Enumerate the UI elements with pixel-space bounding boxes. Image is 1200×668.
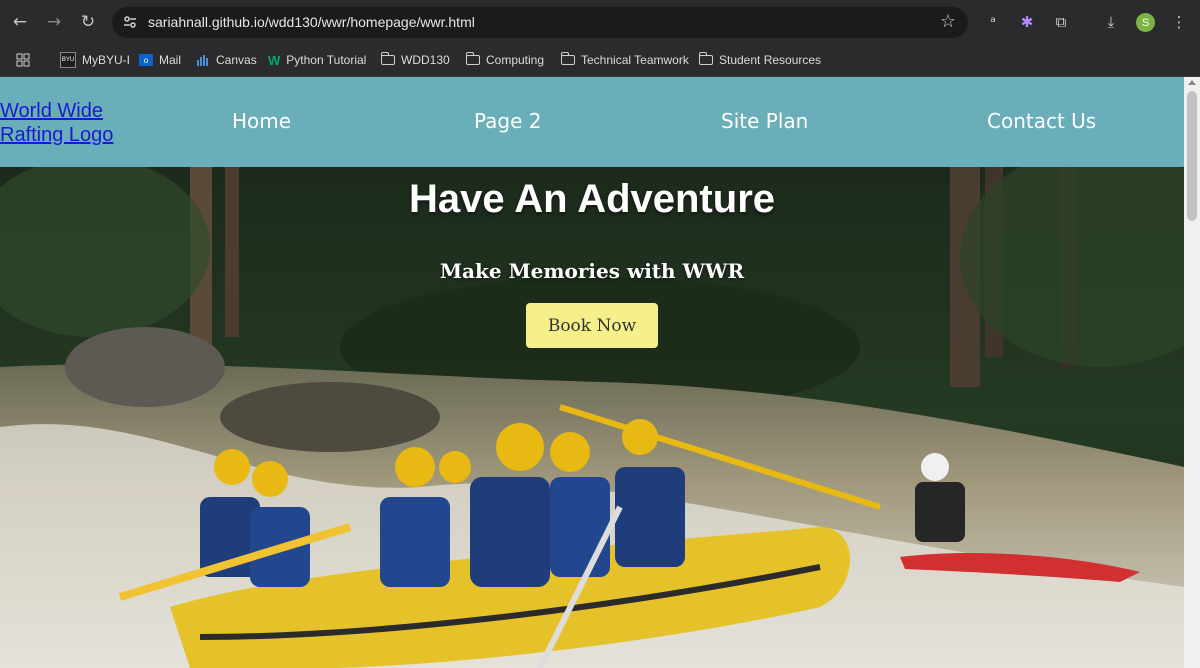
bookmarks-bar: BYU MyBYU-I o Mail Canvas W Python Tutor… — [0, 44, 1200, 77]
back-icon[interactable]: ← — [9, 11, 31, 33]
byu-icon: BYU — [60, 52, 76, 68]
bookmark-label: Canvas — [216, 53, 257, 67]
nav-site-plan[interactable]: Site Plan — [721, 109, 808, 133]
w3schools-icon: W — [268, 52, 281, 68]
address-bar[interactable]: sariahnall.github.io/wdd130/wwr/homepage… — [112, 7, 968, 38]
menu-kebab-icon[interactable]: ⋮ — [1168, 11, 1190, 33]
bookmark-python-tutorial[interactable]: W Python Tutorial — [268, 50, 366, 70]
rafting-hero-image — [0, 167, 1184, 668]
url-text: sariahnall.github.io/wdd130/wwr/homepage… — [148, 14, 475, 30]
scrollbar-thumb[interactable] — [1187, 91, 1197, 221]
bookmark-label: MyBYU-I — [82, 53, 130, 67]
bookmark-star-icon[interactable]: ☆ — [940, 11, 956, 32]
bookmark-label: Computing — [486, 53, 545, 67]
folder-icon — [380, 52, 395, 65]
canvas-icon — [197, 55, 208, 66]
nav-page-2[interactable]: Page 2 — [474, 109, 542, 133]
web-page: World Wide Rafting Logo Home Page 2 Site… — [0, 77, 1184, 668]
scroll-up-arrow-icon[interactable] — [1188, 80, 1196, 85]
bookmark-label: WDD130 — [401, 53, 450, 67]
bookmark-wdd130[interactable]: WDD130 — [380, 50, 450, 70]
folder-icon — [560, 52, 575, 65]
translate-icon[interactable]: ᵃ — [982, 11, 1004, 33]
bookmark-label: Technical Teamwork — [581, 53, 689, 67]
outlook-icon: o — [139, 54, 153, 66]
folder-icon — [465, 52, 480, 65]
site-header: World Wide Rafting Logo Home Page 2 Site… — [0, 77, 1184, 167]
extensions-puzzle-icon[interactable]: ⧉ — [1050, 11, 1072, 33]
site-info-icon[interactable] — [122, 14, 138, 30]
download-icon[interactable]: ⤓ — [1100, 11, 1122, 33]
folder-icon — [698, 52, 713, 65]
bookmark-mybyui[interactable]: BYU MyBYU-I — [60, 50, 130, 70]
browser-toolbar: ← → ↻ sariahnall.github.io/wdd130/wwr/ho… — [0, 0, 1200, 44]
page-scrollbar[interactable] — [1184, 77, 1200, 668]
profile-avatar[interactable]: S — [1136, 13, 1155, 32]
hero-section: Have An Adventure Make Memories with WWR… — [0, 167, 1184, 668]
apps-grid-icon[interactable] — [16, 50, 30, 70]
extension-gear-icon[interactable]: ✱ — [1016, 11, 1038, 33]
book-now-button[interactable]: Book Now — [526, 303, 658, 348]
site-logo-link[interactable]: World Wide Rafting Logo — [0, 99, 135, 147]
nav-home[interactable]: Home — [232, 109, 291, 133]
bookmark-mail[interactable]: o Mail — [139, 50, 181, 70]
bookmark-label: Python Tutorial — [286, 53, 367, 67]
hero-subtitle: Make Memories with WWR — [439, 259, 745, 283]
bookmark-label: Student Resources — [719, 53, 822, 67]
bookmark-technical-teamwork[interactable]: Technical Teamwork — [560, 50, 689, 70]
forward-icon[interactable]: → — [43, 11, 65, 33]
nav-contact-us[interactable]: Contact Us — [987, 109, 1096, 133]
bookmark-canvas[interactable]: Canvas — [196, 50, 257, 70]
hero-title: Have An Adventure — [408, 177, 775, 221]
bookmark-computing[interactable]: Computing — [465, 50, 545, 70]
bookmark-student-resources[interactable]: Student Resources — [698, 50, 822, 70]
reload-icon[interactable]: ↻ — [77, 11, 99, 33]
bookmark-label: Mail — [159, 53, 182, 67]
